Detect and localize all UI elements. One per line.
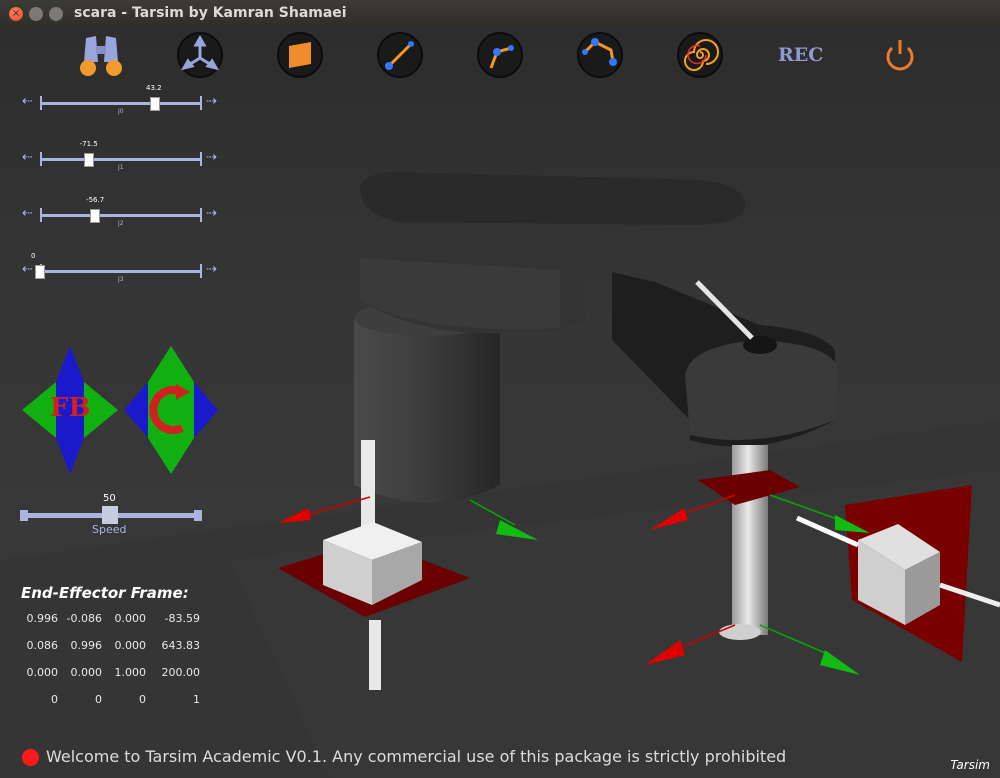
speed-thumb[interactable] bbox=[102, 506, 118, 524]
close-button[interactable]: × bbox=[9, 7, 23, 21]
minimize-button[interactable] bbox=[29, 7, 43, 21]
joint-thumb[interactable] bbox=[150, 97, 161, 111]
matrix-cell: 643.83 bbox=[161, 639, 201, 652]
decrement-arrow-icon[interactable]: ⇠ bbox=[22, 94, 33, 110]
joint-label: J2 bbox=[118, 220, 124, 227]
speed-slider[interactable]: 50 Speed bbox=[20, 493, 202, 537]
increment-arrow-icon[interactable]: ⇢ bbox=[206, 94, 217, 110]
joint-value: 43.2 bbox=[146, 84, 162, 92]
joint-value: -56.7 bbox=[86, 196, 105, 204]
increment-arrow-icon[interactable]: ⇢ bbox=[206, 206, 217, 222]
joint-value: 0 bbox=[31, 252, 36, 260]
joint-slider-j2[interactable]: ⇠ ⇢ -56.7 J2 bbox=[22, 196, 220, 234]
record-button[interactable]: REC bbox=[778, 44, 823, 66]
chain-links-icon[interactable] bbox=[577, 32, 623, 78]
joint-slider-j3[interactable]: ⇠ ⇢ 0 J3 bbox=[22, 252, 220, 290]
matrix-cell: 0 bbox=[139, 693, 146, 706]
joint-link-icon[interactable] bbox=[477, 32, 523, 78]
status-indicator bbox=[22, 749, 39, 766]
speed-value: 50 bbox=[103, 493, 116, 504]
matrix-cell: 1.000 bbox=[114, 666, 147, 679]
decrement-arrow-icon[interactable]: ⇠ bbox=[22, 150, 33, 166]
joint-value: -71.5 bbox=[79, 140, 98, 148]
matrix-cell: -0.086 bbox=[66, 612, 102, 625]
joint-thumb[interactable] bbox=[35, 265, 45, 279]
joint-slider-j0[interactable]: ⇠ ⇢ 43.2 J0 bbox=[22, 84, 220, 122]
increment-arrow-icon[interactable]: ⇢ bbox=[206, 262, 217, 278]
matrix-cell: 0.000 bbox=[70, 666, 103, 679]
decrement-arrow-icon[interactable]: ⇠ bbox=[22, 206, 33, 222]
joint-label: J0 bbox=[118, 108, 124, 115]
fb-label: FB bbox=[50, 393, 91, 423]
matrix-row: 0.086 0.996 0.000 643.83 bbox=[27, 639, 208, 659]
matrix-row: 0 0 0 1 bbox=[28, 693, 208, 713]
brand-label: Tarsim bbox=[950, 758, 990, 772]
matrix-cell: 0.996 bbox=[70, 639, 103, 652]
matrix-cell: 0.086 bbox=[26, 639, 59, 652]
matrix-cell: -83.59 bbox=[164, 612, 200, 625]
frame-axes-icon[interactable] bbox=[177, 32, 223, 78]
matrix-cell: 0.996 bbox=[26, 612, 59, 625]
speed-label: Speed bbox=[92, 523, 127, 536]
power-icon[interactable] bbox=[878, 32, 924, 78]
view-binoculars-icon[interactable] bbox=[76, 32, 122, 78]
joint-slider-j1[interactable]: ⇠ ⇢ -71.5 J1 bbox=[22, 140, 220, 178]
base-column bbox=[354, 318, 500, 503]
matrix-cell: 0.000 bbox=[114, 612, 147, 625]
spiral-path-icon[interactable] bbox=[677, 32, 723, 78]
line-link-icon[interactable] bbox=[377, 32, 423, 78]
window-title: scara - Tarsim by Kamran Shamaei bbox=[74, 5, 347, 21]
matrix-cell: 0 bbox=[51, 693, 58, 706]
matrix-row: 0.996 -0.086 0.000 -83.59 bbox=[27, 612, 208, 632]
matrix-cell: 0 bbox=[95, 693, 102, 706]
maximize-button[interactable] bbox=[49, 7, 63, 21]
plane-icon[interactable] bbox=[277, 32, 323, 78]
decrement-arrow-icon[interactable]: ⇠ bbox=[22, 262, 33, 278]
joint-thumb[interactable] bbox=[83, 153, 94, 167]
rotate-pad[interactable] bbox=[124, 346, 218, 474]
status-message: Welcome to Tarsim Academic V0.1. Any com… bbox=[46, 747, 787, 766]
matrix-cell: 200.00 bbox=[161, 666, 201, 679]
matrix-cell: 1 bbox=[193, 693, 200, 706]
matrix-cell: 0.000 bbox=[26, 666, 59, 679]
end-effector-title: End-Effector Frame: bbox=[21, 584, 189, 602]
joint-thumb[interactable] bbox=[90, 209, 101, 223]
matrix-cell: 0.000 bbox=[114, 639, 147, 652]
title-bar: × scara - Tarsim by Kamran Shamaei bbox=[0, 0, 1000, 29]
joint-label: J3 bbox=[118, 276, 124, 283]
increment-arrow-icon[interactable]: ⇢ bbox=[206, 150, 217, 166]
fb-pad[interactable]: FB bbox=[22, 346, 118, 474]
matrix-row: 0.000 0.000 1.000 200.00 bbox=[27, 666, 208, 686]
joint-label: J1 bbox=[118, 164, 124, 171]
